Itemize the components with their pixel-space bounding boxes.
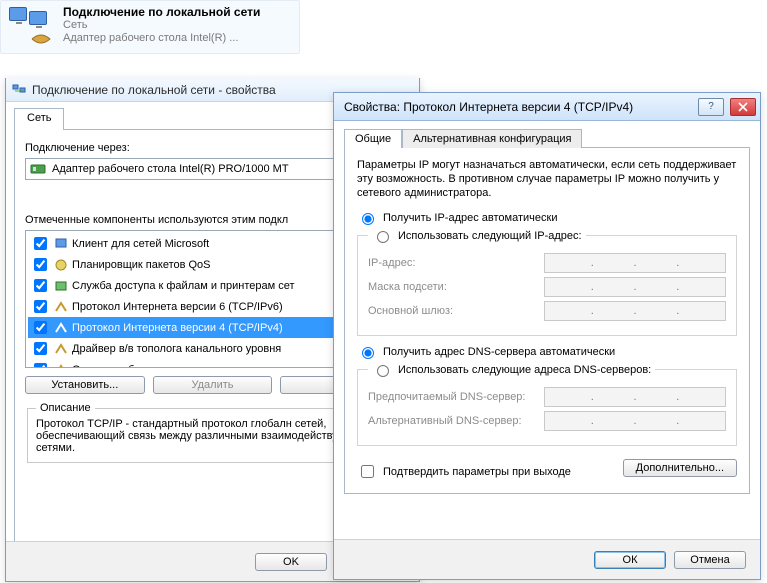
client-icon [54, 237, 68, 251]
adapter-name: Адаптер рабочего стола Intel(R) PRO/1000… [52, 163, 289, 175]
ipv4-properties-window: Свойства: Протокол Интернета версии 4 (T… [333, 92, 761, 580]
radio-auto-dns-label: Получить адрес DNS-сервера автоматически [383, 346, 615, 358]
gateway-label: Основной шлюз: [368, 305, 538, 317]
tab-body-general: Параметры IP могут назначаться автоматич… [344, 147, 750, 494]
share-icon [54, 279, 68, 293]
protocol-icon [54, 321, 68, 335]
advanced-button[interactable]: Дополнительно... [623, 459, 737, 477]
confirm-on-exit-label: Подтвердить параметры при выходе [383, 466, 571, 478]
ok-button[interactable]: OK [255, 553, 327, 571]
radio-manual-dns-label: Использовать следующие адреса DNS-сервер… [398, 364, 651, 376]
subnet-mask-label: Маска подсети: [368, 281, 538, 293]
install-button[interactable]: Установить... [25, 376, 145, 394]
uninstall-button: Удалить [153, 376, 273, 394]
manual-dns-group: Использовать следующие адреса DNS-сервер… [357, 362, 737, 446]
window-title: Свойства: Протокол Интернета версии 4 (T… [344, 100, 692, 114]
list-item-label: Планировщик пакетов QoS [72, 259, 211, 271]
alternate-dns-input: ... [544, 411, 726, 431]
component-checkbox[interactable] [34, 321, 47, 334]
tile-adapter: Адаптер рабочего стола Intel(R) ... [63, 32, 260, 45]
dialog-buttons: ОК Отмена [334, 539, 760, 579]
radio-manual-ip[interactable] [377, 231, 389, 243]
network-icon [7, 5, 55, 47]
list-item-label: Протокол Интернета версии 4 (TCP/IPv4) [72, 322, 283, 334]
tile-title: Подключение по локальной сети [63, 5, 260, 19]
component-checkbox[interactable] [34, 279, 47, 292]
cancel-button[interactable]: Отмена [674, 551, 746, 569]
list-item-label: Ответчик обнаружения топологии канально [72, 364, 295, 369]
preferred-dns-label: Предпочитаемый DNS-сервер: [368, 391, 538, 403]
subnet-mask-input: ... [544, 277, 726, 297]
component-checkbox[interactable] [34, 258, 47, 271]
radio-auto-dns[interactable] [362, 347, 374, 359]
window-title: Подключение по локальной сети - свойства [32, 83, 276, 97]
description-legend: Описание [36, 402, 95, 414]
radio-manual-dns[interactable] [377, 365, 389, 377]
tab-general[interactable]: Общие [344, 129, 402, 148]
tab-alt-config[interactable]: Альтернативная конфигурация [402, 129, 582, 148]
radio-auto-ip-label: Получить IP-адрес автоматически [383, 212, 557, 224]
close-button[interactable] [730, 98, 756, 116]
list-item-label: Протокол Интернета версии 6 (TCP/IPv6) [72, 301, 283, 313]
radio-auto-ip[interactable] [362, 213, 374, 225]
alternate-dns-label: Альтернативный DNS-сервер: [368, 415, 538, 427]
ok-button[interactable]: ОК [594, 551, 666, 569]
ip-address-input: ... [544, 253, 726, 273]
list-item-label: Драйвер в/в тополога канального уровня [72, 343, 281, 355]
driver-icon [54, 342, 68, 356]
component-checkbox[interactable] [34, 237, 47, 250]
intro-text: Параметры IP могут назначаться автоматич… [357, 158, 737, 200]
qos-icon [54, 258, 68, 272]
titlebar[interactable]: Свойства: Протокол Интернета версии 4 (T… [334, 93, 760, 121]
ip-address-label: IP-адрес: [368, 257, 538, 269]
list-item-label: Служба доступа к файлам и принтерам сет [72, 280, 295, 292]
close-icon [738, 102, 748, 112]
component-checkbox[interactable] [34, 300, 47, 313]
protocol-icon [54, 300, 68, 314]
manual-ip-group: Использовать следующий IP-адрес: IP-адре… [357, 228, 737, 336]
confirm-on-exit-checkbox[interactable] [361, 465, 374, 478]
network-connection-tile[interactable]: Подключение по локальной сети Сеть Адапт… [0, 0, 300, 54]
preferred-dns-input: ... [544, 387, 726, 407]
radio-manual-ip-label: Использовать следующий IP-адрес: [398, 230, 582, 242]
gateway-input: ... [544, 301, 726, 321]
component-checkbox[interactable] [34, 342, 47, 355]
adapter-icon [30, 161, 46, 177]
component-checkbox[interactable] [34, 363, 47, 368]
help-button[interactable]: ? [698, 98, 724, 116]
responder-icon [54, 363, 68, 369]
network-mini-icon [12, 83, 26, 97]
tab-network[interactable]: Сеть [14, 108, 64, 130]
tile-network: Сеть [63, 19, 260, 32]
list-item-label: Клиент для сетей Microsoft [72, 238, 209, 250]
